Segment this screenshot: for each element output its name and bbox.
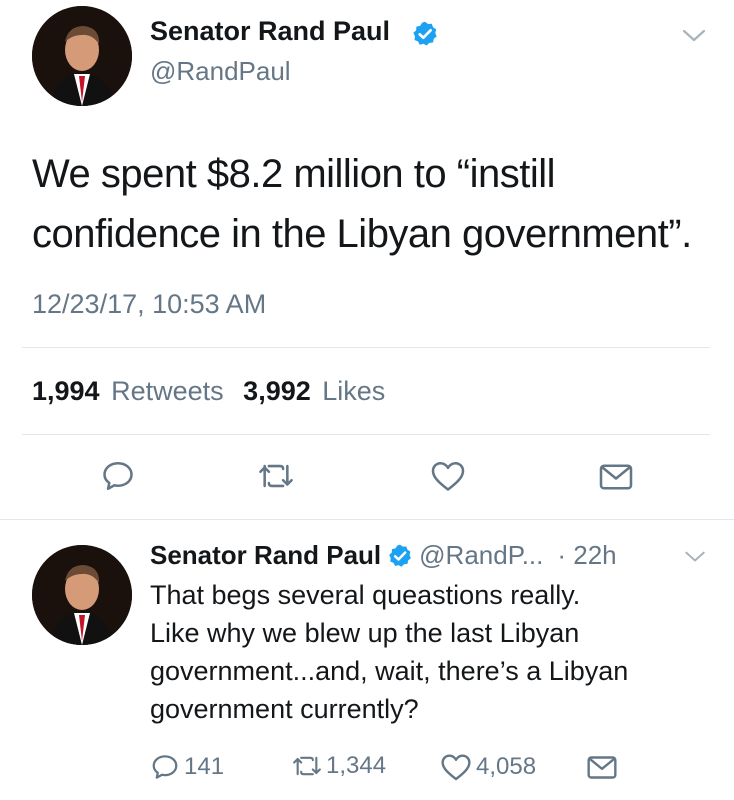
avatar[interactable] <box>32 6 132 106</box>
tweet-time[interactable]: · 22h <box>557 540 616 571</box>
avatar-image <box>32 6 132 106</box>
reply-header: Senator Rand Paul @RandP... · 22h <box>150 540 617 571</box>
like-icon <box>440 752 472 782</box>
avatar[interactable] <box>32 545 132 645</box>
share-icon[interactable] <box>586 754 618 781</box>
retweet-button[interactable]: 1,344 <box>290 752 386 780</box>
reply-icon[interactable] <box>100 458 136 494</box>
divider <box>22 347 710 348</box>
like-icon[interactable] <box>430 459 466 493</box>
reply-count: 141 <box>184 753 225 780</box>
user-handle[interactable]: @RandPaul <box>150 56 291 87</box>
divider <box>22 434 710 435</box>
retweets-count[interactable]: 1,994 <box>32 376 100 406</box>
share-icon[interactable] <box>598 462 634 492</box>
verified-icon <box>411 20 439 48</box>
reply-text-line: government currently? <box>150 694 419 724</box>
reply-icon <box>150 752 180 782</box>
reply-text-line: That begs several queastions really. <box>150 580 581 610</box>
retweet-icon <box>290 752 324 780</box>
likes-count[interactable]: 3,992 <box>243 376 311 406</box>
user-handle[interactable]: @RandP... <box>419 540 543 571</box>
likes-label[interactable]: Likes <box>322 376 385 406</box>
reply-text-line: Like why we blew up the last Libyan <box>150 618 580 648</box>
retweet-count: 1,344 <box>326 752 387 779</box>
display-name[interactable]: Senator Rand Paul <box>150 16 390 47</box>
divider <box>0 519 734 520</box>
retweet-icon[interactable] <box>256 459 296 493</box>
retweets-label[interactable]: Retweets <box>111 376 224 406</box>
like-button[interactable]: 4,058 <box>440 752 536 782</box>
tweet-text-line: We spent $8.2 million to “instill <box>32 152 556 196</box>
display-name[interactable]: Senator Rand Paul <box>150 540 381 571</box>
reply-button[interactable]: 141 <box>150 752 224 782</box>
tweet-text-line: confidence in the Libyan government”. <box>32 212 692 256</box>
avatar-image <box>32 545 132 645</box>
engagement-stats: 1,994 Retweets 3,992 Likes <box>32 376 385 407</box>
like-count: 4,058 <box>476 753 537 780</box>
chevron-down-icon[interactable] <box>682 28 706 44</box>
chevron-down-icon[interactable] <box>684 550 706 564</box>
reply-text-line: government...and, wait, there’s a Libyan <box>150 656 629 686</box>
tweet-timestamp[interactable]: 12/23/17, 10:53 AM <box>32 289 266 320</box>
verified-icon <box>387 543 413 569</box>
